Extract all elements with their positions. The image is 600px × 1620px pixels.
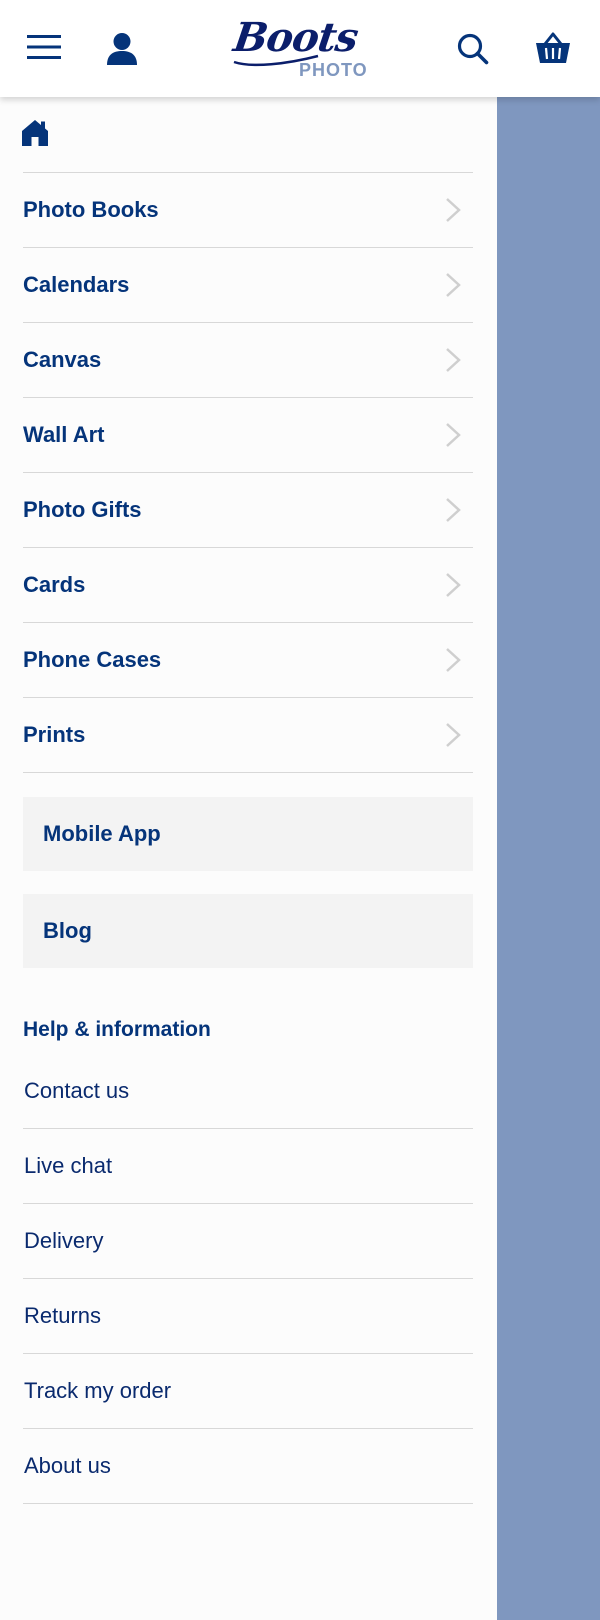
blog-link[interactable]: Blog [23,894,473,968]
help-link-label: Returns [24,1303,102,1328]
search-icon[interactable] [457,33,489,70]
chevron-right-icon [446,648,461,672]
help-link-label: Track my order [24,1378,172,1403]
help-section-title: Help & information [23,1018,211,1041]
help-link-label: Delivery [24,1228,104,1253]
chevron-right-icon [446,498,461,522]
chevron-right-icon [446,273,461,297]
chevron-right-icon [446,423,461,447]
nav-item-photo-gifts[interactable]: Photo Gifts [23,472,473,547]
mobile-app-label: Mobile App [43,821,161,846]
help-link-contact-us[interactable]: Contact us [23,1054,473,1129]
hamburger-menu-icon[interactable] [27,33,61,66]
nav-item-label: Photo Gifts [23,497,142,522]
nav-item-photo-books[interactable]: Photo Books [23,172,473,247]
logo-subtitle: PHOTO [299,60,368,80]
chevron-right-icon [446,198,461,222]
boots-photo-logo[interactable]: Boots PHOTO [231,14,372,82]
help-link-label: Contact us [24,1078,130,1103]
mobile-app-link[interactable]: Mobile App [23,797,473,871]
nav-item-phone-cases[interactable]: Phone Cases [23,622,473,697]
chevron-right-icon [446,723,461,747]
help-link-live-chat[interactable]: Live chat [23,1129,473,1204]
chevron-right-icon [446,348,461,372]
nav-item-cards[interactable]: Cards [23,547,473,622]
nav-item-canvas[interactable]: Canvas [23,322,473,397]
user-icon[interactable] [106,32,138,71]
page-overlay[interactable] [497,97,600,1620]
home-icon[interactable] [21,119,49,152]
nav-item-calendars[interactable]: Calendars [23,247,473,322]
help-link-returns[interactable]: Returns [23,1279,473,1354]
site-header: Boots PHOTO [0,0,600,97]
nav-item-wall-art[interactable]: Wall Art [23,397,473,472]
help-link-delivery[interactable]: Delivery [23,1204,473,1279]
nav-item-label: Prints [23,722,86,747]
chevron-right-icon [446,573,461,597]
nav-item-label: Photo Books [23,197,159,222]
help-links-list: Contact us Live chat Delivery Returns Tr… [23,1054,473,1504]
nav-item-label: Cards [23,572,86,597]
category-list: Photo Books Calendars Canvas Wall Art Ph… [23,172,473,773]
nav-item-label: Phone Cases [23,647,162,672]
help-link-track-my-order[interactable]: Track my order [23,1354,473,1429]
nav-item-prints[interactable]: Prints [23,697,473,773]
blog-label: Blog [43,918,92,943]
nav-item-label: Wall Art [23,422,105,447]
nav-item-label: Canvas [23,347,102,372]
help-link-about-us[interactable]: About us [23,1429,473,1504]
help-link-label: Live chat [24,1153,113,1178]
basket-icon[interactable] [535,31,571,70]
help-link-label: About us [24,1453,111,1478]
nav-item-label: Calendars [23,272,130,297]
navigation-drawer: Photo Books Calendars Canvas Wall Art Ph… [0,97,497,1620]
